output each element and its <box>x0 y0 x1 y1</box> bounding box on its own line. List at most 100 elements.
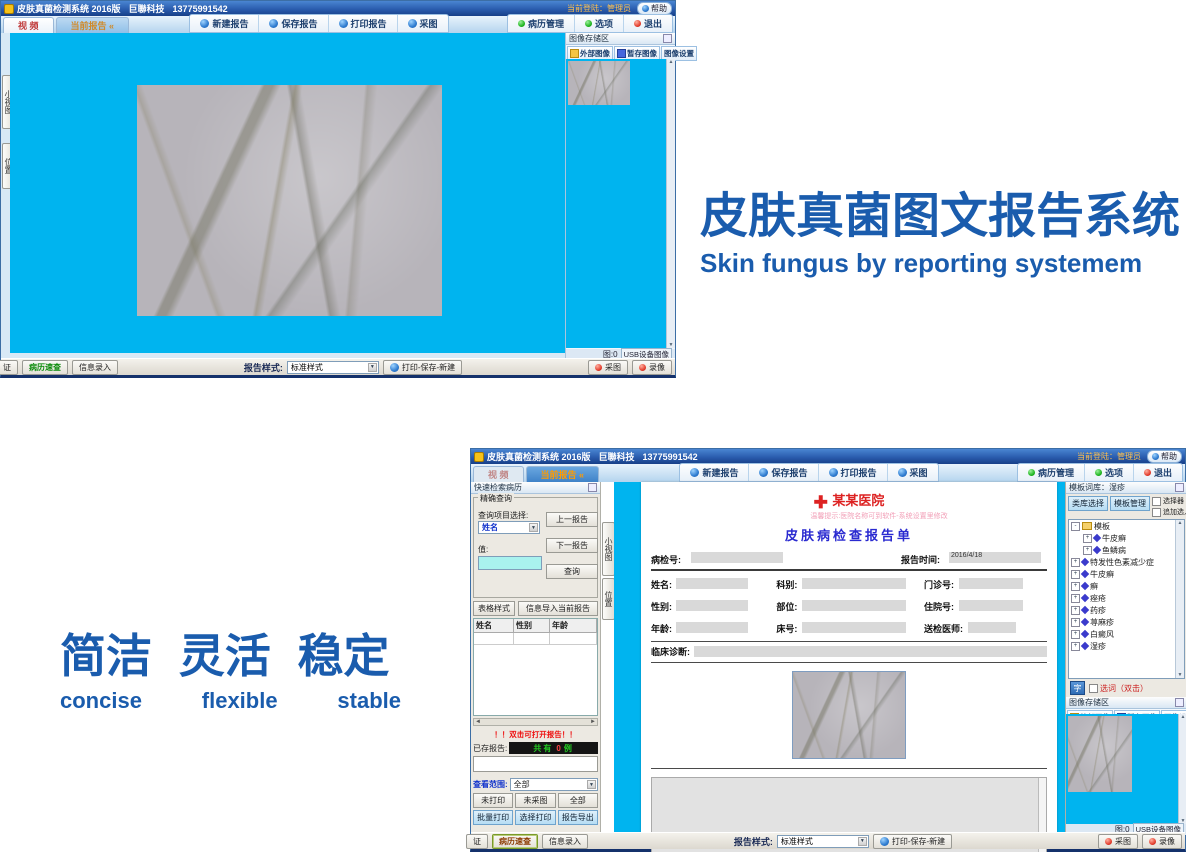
tab-current-report[interactable]: 当前报告 « <box>526 466 600 482</box>
panel-pin-icon[interactable] <box>1175 698 1184 707</box>
horizontal-scrollbar[interactable]: ◄► <box>473 718 598 726</box>
diagnosis-field[interactable] <box>694 646 1047 657</box>
tab-current-report[interactable]: 当前报告 « <box>56 17 130 33</box>
select-print-button[interactable]: 选择打印 <box>515 810 555 825</box>
vertical-scrollbar[interactable]: ▲▼ <box>666 59 675 348</box>
tree-item[interactable]: +药疹 <box>1069 604 1184 616</box>
panel-pin-icon[interactable] <box>588 483 597 492</box>
print-save-new-button[interactable]: 打印-保存-新建 <box>383 360 462 375</box>
batch-print-button[interactable]: 批量打印 <box>473 810 513 825</box>
report-style-select[interactable]: 标准样式▼ <box>777 835 869 848</box>
results-table[interactable]: 姓名 性别 年龄 <box>473 618 598 716</box>
new-report-button[interactable]: 新建报告 <box>190 15 259 32</box>
template-mgmt-button[interactable]: 模板管理 <box>1110 496 1150 511</box>
info-entry-button[interactable]: 信息录入 <box>542 834 588 849</box>
expand-icon[interactable]: + <box>1071 606 1080 615</box>
print-report-button[interactable]: 打印报告 <box>819 464 888 481</box>
tree-item[interactable]: +牛皮癣 <box>1069 532 1184 544</box>
chevron-down-icon[interactable]: ▼ <box>368 363 377 372</box>
scroll-up-icon[interactable]: ▲ <box>1181 714 1186 720</box>
image-thumbnail[interactable] <box>1068 716 1132 792</box>
gender-field[interactable] <box>676 600 748 611</box>
import-to-report-button[interactable]: 信息导入当前报告 <box>518 601 598 616</box>
print-report-button[interactable]: 打印报告 <box>329 15 398 32</box>
panel-pin-icon[interactable] <box>1175 483 1184 492</box>
collapse-icon[interactable]: - <box>1071 522 1080 531</box>
tree-item[interactable]: +痤疮 <box>1069 592 1184 604</box>
report-microscope-image[interactable] <box>792 671 906 759</box>
capture-button[interactable]: 采图 <box>398 15 448 32</box>
options-button[interactable]: 选项 <box>1085 464 1134 481</box>
expand-icon[interactable]: + <box>1071 594 1080 603</box>
name-field[interactable] <box>676 578 748 589</box>
quick-search-button[interactable]: 病历速查 <box>22 360 68 375</box>
record-mgmt-button[interactable]: 病历管理 <box>1018 464 1085 481</box>
doctor-field[interactable] <box>968 622 1016 633</box>
tab-video[interactable]: 视 频 <box>3 17 54 33</box>
clinic-no-field[interactable] <box>959 578 1023 589</box>
prev-report-button[interactable]: 上一报告 <box>546 512 598 527</box>
expand-icon[interactable]: + <box>1071 618 1080 627</box>
image-thumbnail[interactable] <box>568 61 630 105</box>
class-library-button[interactable]: 类库选择 <box>1068 496 1108 511</box>
tree-item[interactable]: +鱼鳞病 <box>1069 544 1184 556</box>
tree-item[interactable]: +湿疹 <box>1069 640 1184 652</box>
inpatient-no-field[interactable] <box>959 600 1023 611</box>
scroll-down-icon[interactable]: ▼ <box>1178 672 1183 678</box>
range-select[interactable]: 全部▼ <box>510 778 598 791</box>
unprinted-button[interactable]: 未打印 <box>473 793 513 808</box>
expand-icon[interactable]: + <box>1071 582 1080 591</box>
capture-button-bottom[interactable]: 采图 <box>1098 834 1138 849</box>
part-field[interactable] <box>802 600 906 611</box>
dept-field[interactable] <box>802 578 906 589</box>
expand-icon[interactable]: + <box>1071 630 1080 639</box>
expand-icon[interactable]: + <box>1083 546 1092 555</box>
tree-item[interactable]: +白癜风 <box>1069 628 1184 640</box>
search-value-input[interactable] <box>478 556 542 570</box>
exit-button[interactable]: 退出 <box>1134 464 1182 481</box>
vertical-scrollbar[interactable]: ▲▼ <box>1175 520 1184 678</box>
append-checkbox[interactable]: 追加选入 <box>1152 507 1186 517</box>
vertical-scrollbar[interactable]: ▲▼ <box>1178 714 1186 824</box>
exam-no-field[interactable] <box>691 552 783 563</box>
query-button[interactable]: 查询 <box>546 564 598 579</box>
options-button[interactable]: 选项 <box>575 15 624 32</box>
selector-checkbox[interactable]: 选择器 <box>1152 496 1186 506</box>
report-style-select[interactable]: 标准样式▼ <box>287 361 379 374</box>
pick-word-checkbox[interactable]: 选词（双击） <box>1089 683 1148 694</box>
help-button[interactable]: 帮助 <box>1147 450 1182 463</box>
expand-icon[interactable]: + <box>1071 558 1080 567</box>
report-time-field[interactable]: 2016/4/18 <box>949 552 1041 563</box>
chevron-down-icon[interactable]: ▼ <box>858 837 867 846</box>
expand-icon[interactable]: + <box>1071 642 1080 651</box>
table-style-button[interactable]: 表格样式 <box>473 601 515 616</box>
chevron-down-icon[interactable]: ▼ <box>529 523 538 532</box>
uncaptured-button[interactable]: 未采图 <box>515 793 555 808</box>
table-row[interactable] <box>474 633 597 645</box>
tree-item[interactable]: +牛皮癣 <box>1069 568 1184 580</box>
info-entry-button[interactable]: 信息录入 <box>72 360 118 375</box>
capture-button-bottom[interactable]: 采图 <box>588 360 628 375</box>
expand-icon[interactable]: + <box>1083 534 1092 543</box>
tree-item[interactable]: -模板 <box>1069 520 1184 532</box>
scroll-right-icon[interactable]: ► <box>590 719 596 725</box>
record-mgmt-button[interactable]: 病历管理 <box>508 15 575 32</box>
panel-pin-icon[interactable] <box>663 34 672 43</box>
tree-item[interactable]: +癣 <box>1069 580 1184 592</box>
export-report-button[interactable]: 报告导出 <box>558 810 598 825</box>
saved-report-field[interactable] <box>473 756 598 772</box>
record-video-button[interactable]: 录像 <box>632 360 672 375</box>
bed-field[interactable] <box>802 622 906 633</box>
cert-button[interactable]: 证 <box>466 834 488 849</box>
print-save-new-button[interactable]: 打印-保存-新建 <box>873 834 952 849</box>
next-report-button[interactable]: 下一报告 <box>546 538 598 553</box>
word-button[interactable]: 字 <box>1070 681 1085 695</box>
tree-item[interactable]: +荨麻疹 <box>1069 616 1184 628</box>
scroll-up-icon[interactable]: ▲ <box>1178 520 1183 526</box>
save-report-button[interactable]: 保存报告 <box>749 464 818 481</box>
exit-button[interactable]: 退出 <box>624 15 672 32</box>
scroll-up-icon[interactable]: ▲ <box>669 59 674 65</box>
age-field[interactable] <box>676 622 748 633</box>
chevron-down-icon[interactable]: ▼ <box>587 780 596 789</box>
tab-video[interactable]: 视 频 <box>473 466 524 482</box>
